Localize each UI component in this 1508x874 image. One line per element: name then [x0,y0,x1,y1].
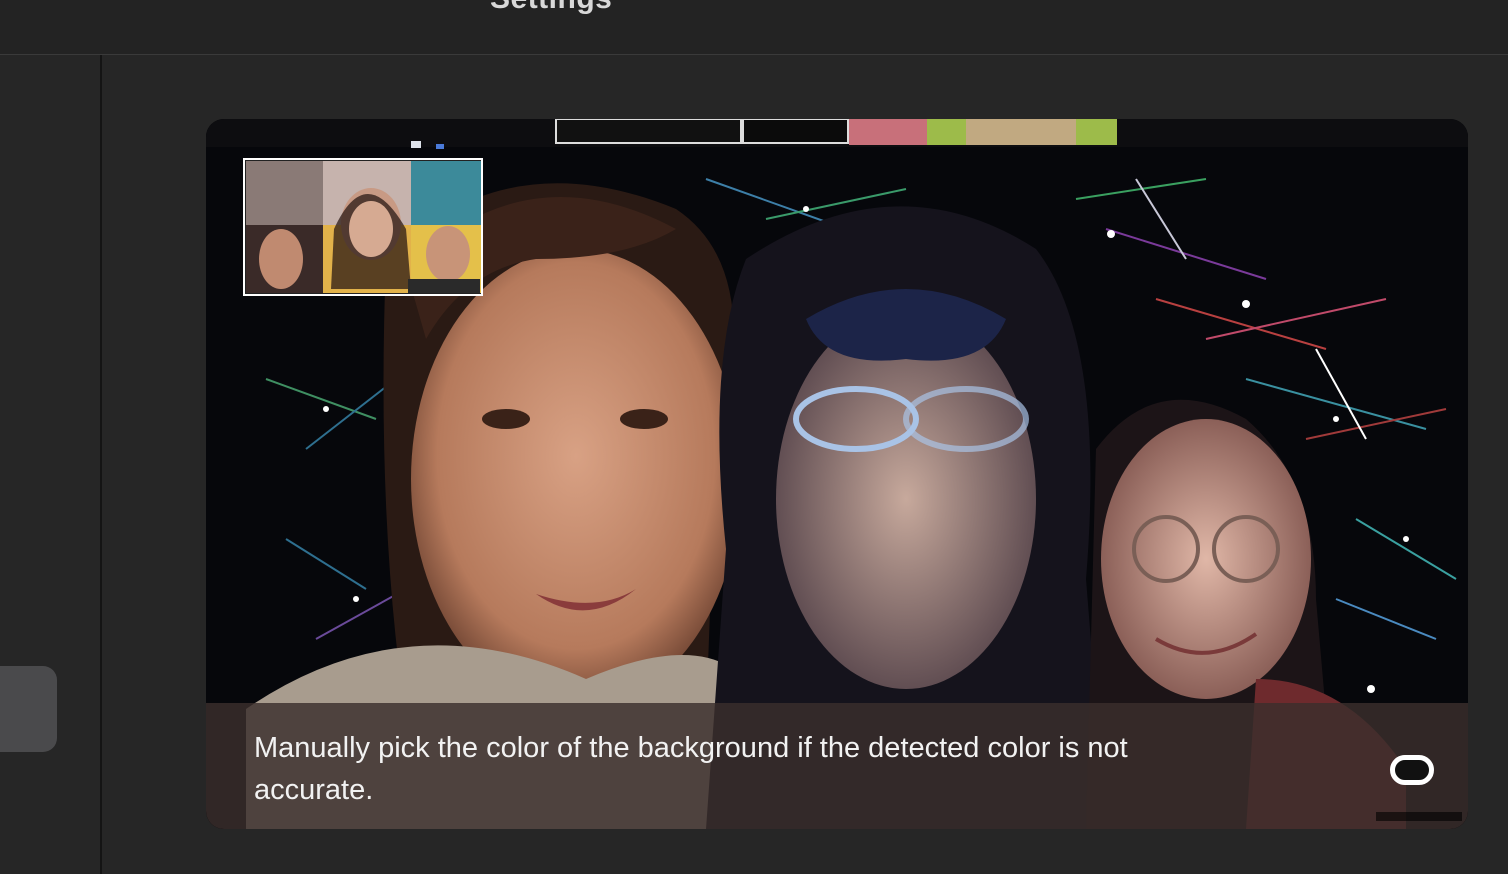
thumbnail-1 [555,119,742,144]
sidebar [0,55,102,874]
picker-label-bar [1376,812,1462,821]
thumbnail-3 [849,119,927,145]
self-view-thumbnail [243,158,483,296]
video-preview[interactable]: Manually pick the color of the backgroun… [206,119,1468,829]
window-title: Settings [490,0,612,16]
thumbnail-2 [742,119,849,144]
settings-window: Settings [0,0,1508,874]
hint-text: Manually pick the color of the backgroun… [254,732,1128,806]
sidebar-item-selected[interactable] [0,666,57,752]
title-bar: Settings [0,0,1508,55]
hint-bar: Manually pick the color of the backgroun… [206,703,1468,829]
color-picker-icon[interactable] [1390,755,1434,785]
